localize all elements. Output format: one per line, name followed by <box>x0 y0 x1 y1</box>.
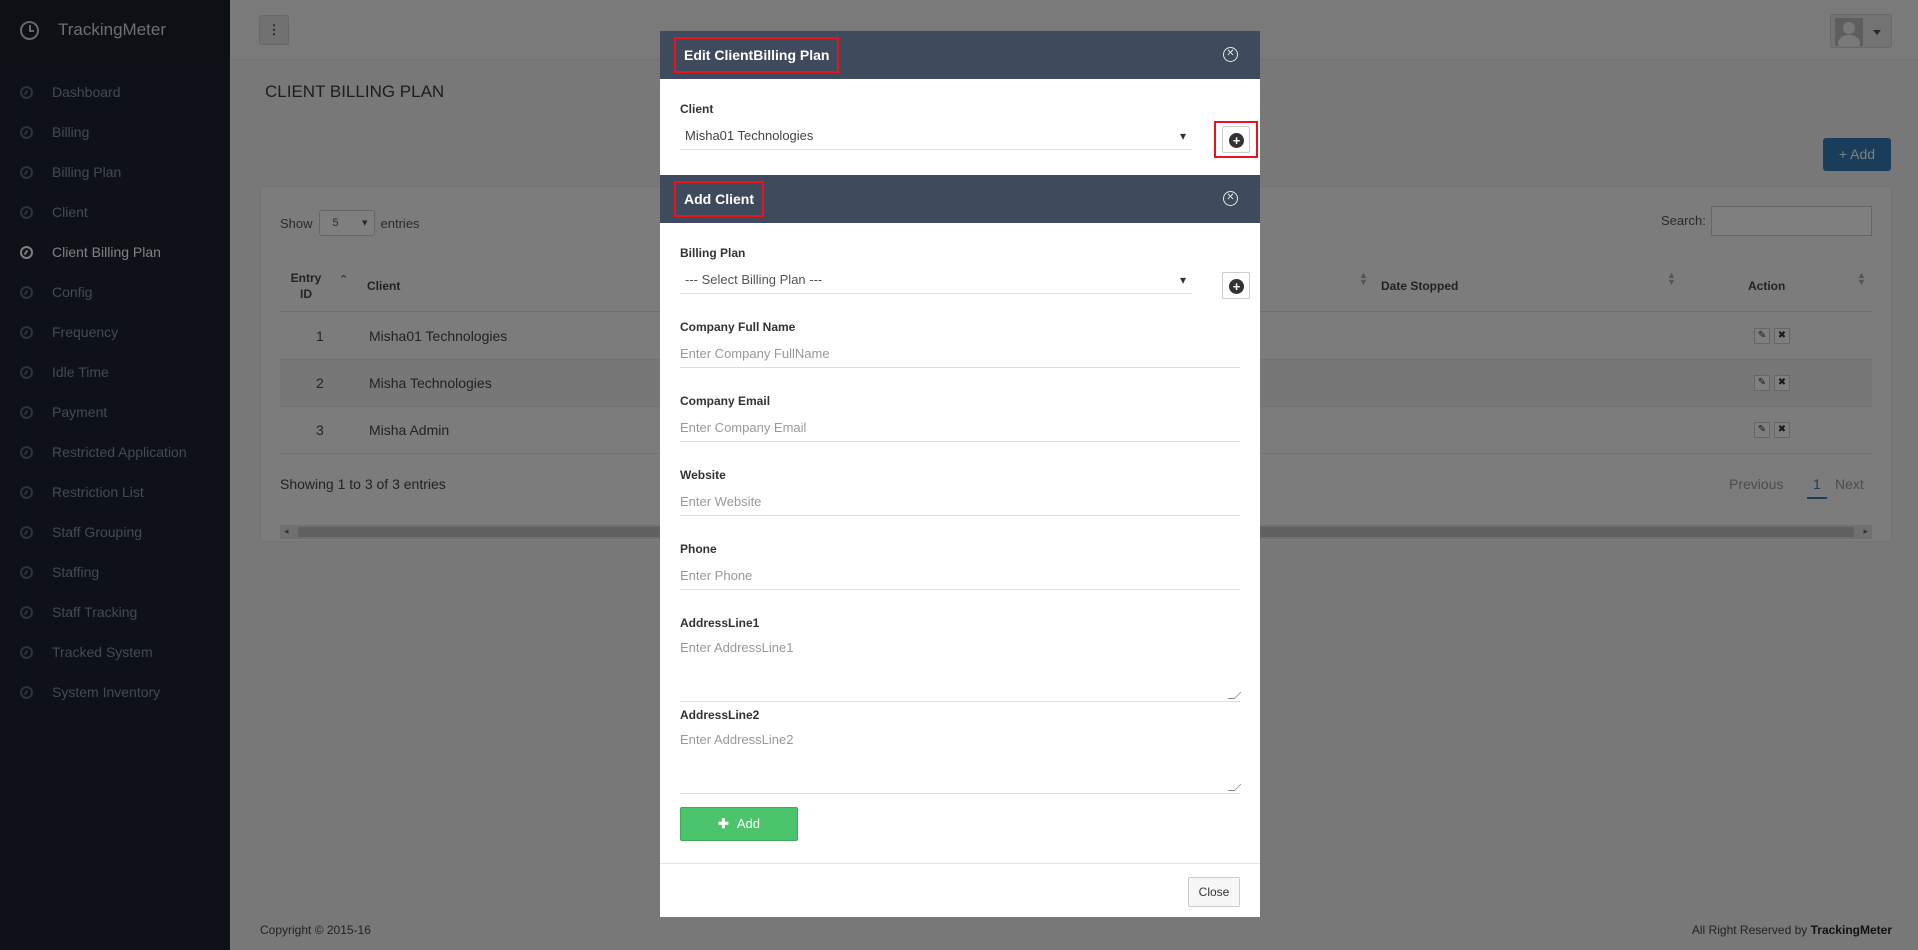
add-client-title: Add Client <box>674 181 764 217</box>
company-email-label: Company Email <box>680 394 771 408</box>
company-email-input[interactable]: Enter Company Email <box>680 414 1240 442</box>
modal-header: Edit ClientBilling Plan ✕ <box>660 31 1260 79</box>
company-full-name-label: Company Full Name <box>680 320 796 334</box>
add-client-button[interactable]: + <box>1222 126 1250 153</box>
plus-circle-icon: + <box>1229 279 1244 294</box>
address-line1-label: AddressLine1 <box>680 616 760 630</box>
add-client-header: Add Client ✕ <box>660 175 1260 223</box>
close-button[interactable]: Close <box>1188 877 1240 907</box>
plus-icon: ✚ <box>717 816 729 831</box>
phone-input[interactable]: Enter Phone <box>680 562 1240 590</box>
resize-grip-icon[interactable] <box>1227 692 1242 699</box>
company-full-name-input[interactable]: Enter Company FullName <box>680 340 1240 368</box>
address-line2-label: AddressLine2 <box>680 708 760 722</box>
add-client-submit-button[interactable]: ✚ Add <box>680 807 798 841</box>
website-input[interactable]: Enter Website <box>680 488 1240 516</box>
modal-footer: Close <box>660 863 1260 917</box>
plus-circle-icon: + <box>1229 133 1244 148</box>
close-icon[interactable]: ✕ <box>1223 191 1238 206</box>
billing-plan-select[interactable]: --- Select Billing Plan --- <box>680 266 1192 294</box>
website-label: Website <box>680 468 726 482</box>
client-select[interactable]: Misha01 Technologies <box>680 122 1192 150</box>
billing-plan-label: Billing Plan <box>680 246 746 260</box>
add-billing-plan-button[interactable]: + <box>1222 272 1250 299</box>
edit-client-billing-plan-modal: Edit ClientBilling Plan ✕ Client Misha01… <box>660 31 1260 917</box>
client-label: Client <box>680 102 714 116</box>
address-line1-textarea[interactable]: Enter AddressLine1 <box>680 634 1242 702</box>
address-line2-textarea[interactable]: Enter AddressLine2 <box>680 726 1242 794</box>
resize-grip-icon[interactable] <box>1227 784 1242 791</box>
close-icon[interactable]: ✕ <box>1223 47 1238 62</box>
modal-title: Edit ClientBilling Plan <box>674 37 840 73</box>
phone-label: Phone <box>680 542 717 556</box>
